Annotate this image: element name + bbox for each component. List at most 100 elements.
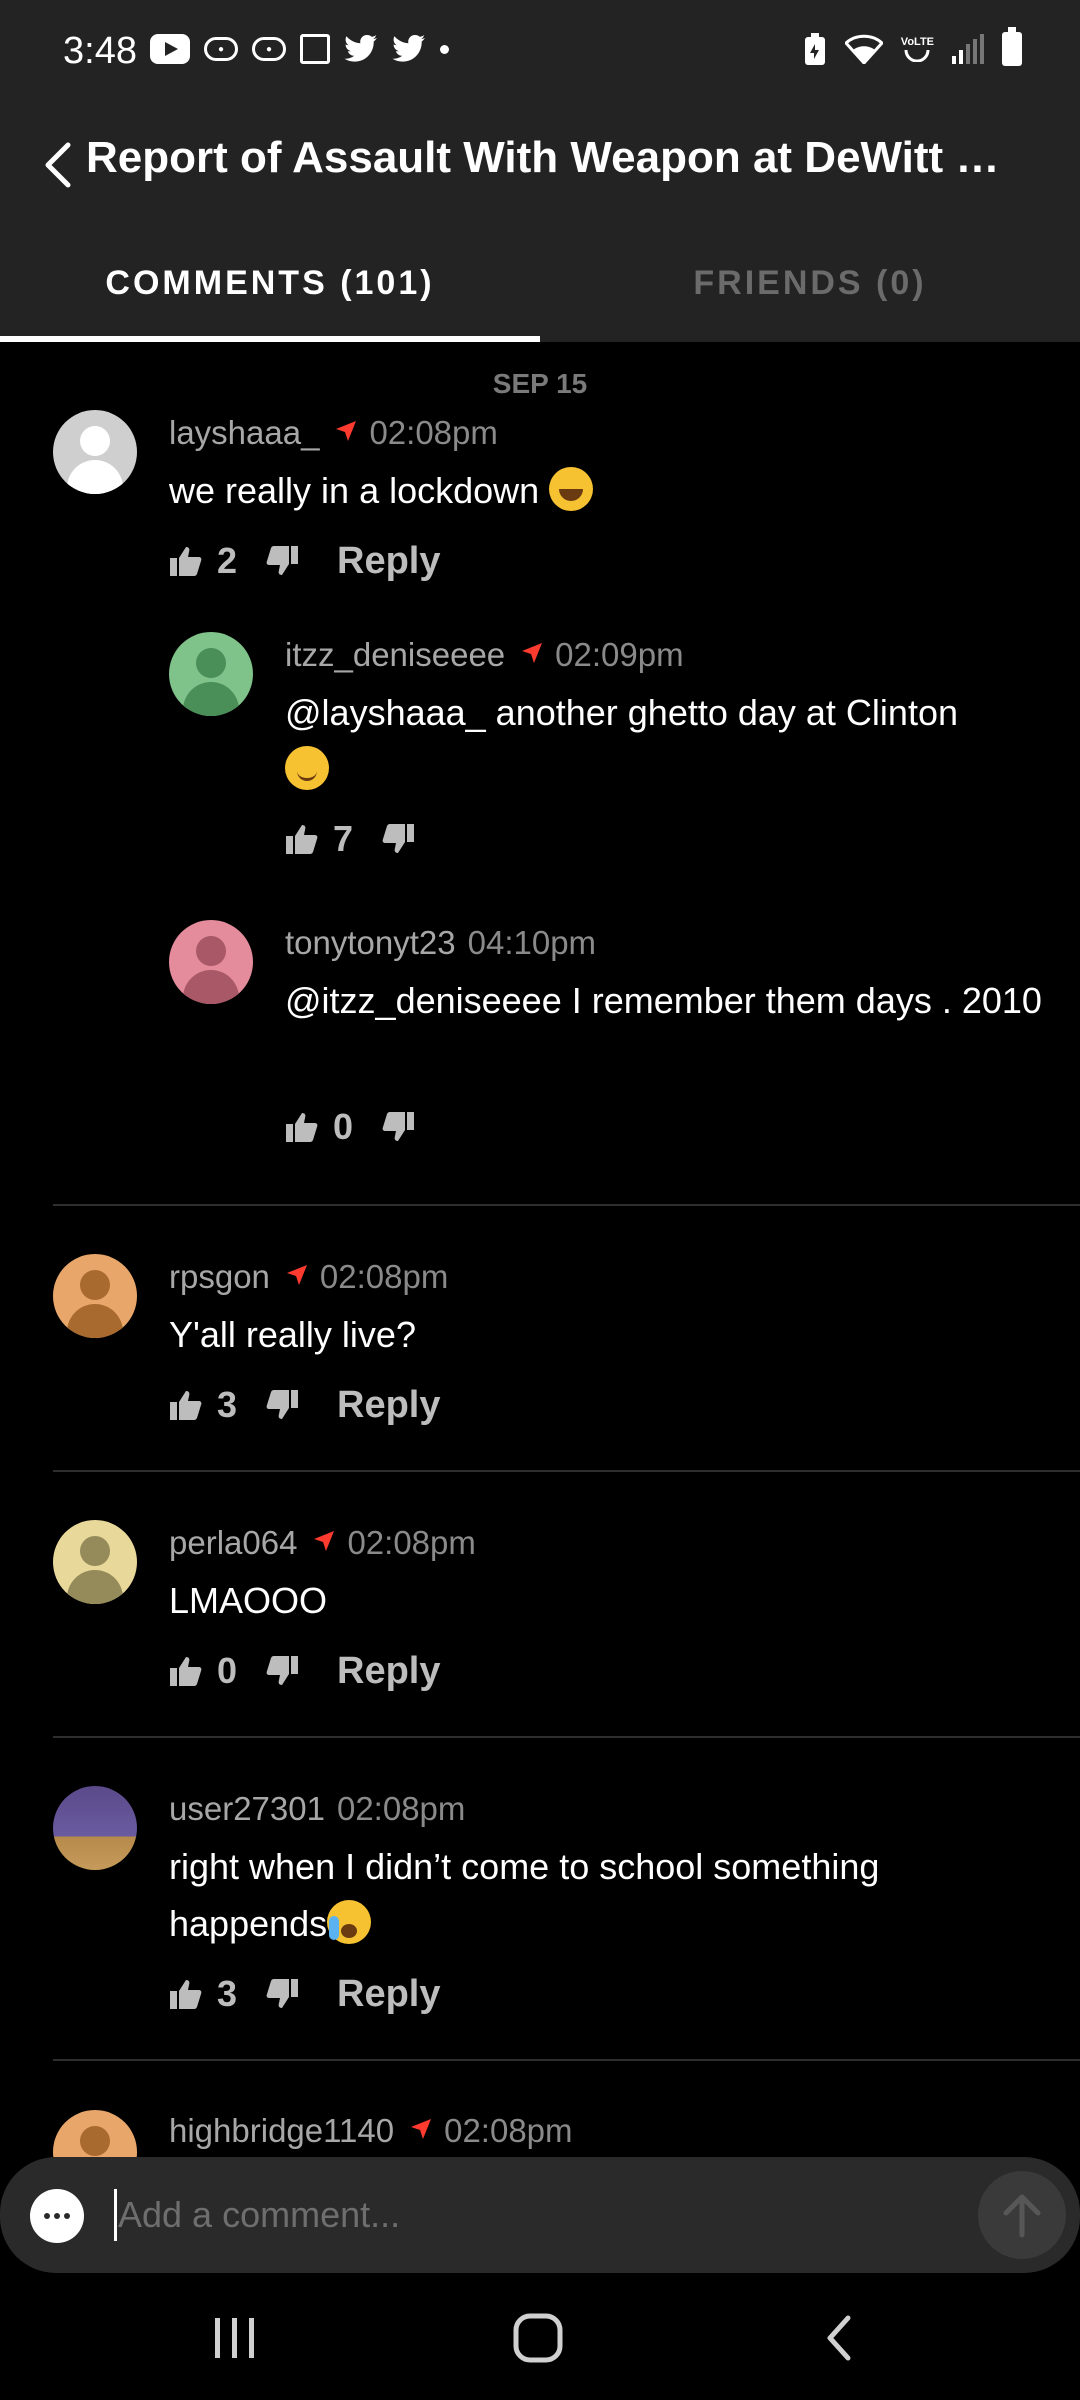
thumbs-up-icon[interactable] [169, 1388, 203, 1422]
location-arrow-icon [336, 421, 357, 441]
comments-feed[interactable]: SEP 15 layshaaa_ 02:08pm we really in a l… [0, 342, 1080, 2157]
dot-icon [440, 44, 449, 54]
divider [53, 1736, 1080, 1738]
avatar-body [67, 1570, 123, 1604]
chat-bubble-icon[interactable] [30, 2189, 84, 2243]
battery-icon [1002, 27, 1022, 66]
comment-meta: perla064 02:08pm [169, 1524, 476, 1562]
chevron-left-icon [45, 142, 71, 188]
status-bar: 3:48 ● ● VoLTE [0, 0, 1080, 105]
username[interactable]: rpsgon [169, 1258, 270, 1295]
avatar-body [67, 460, 123, 494]
avatar-head [80, 426, 110, 456]
like-count: 0 [217, 1650, 238, 1691]
comment-time: 02:09pm [555, 636, 684, 673]
thumbs-up-icon[interactable] [285, 822, 319, 856]
avatar[interactable] [53, 1786, 137, 1870]
nav-back-button[interactable] [780, 2293, 900, 2383]
thumbs-up-icon[interactable] [285, 1110, 319, 1144]
thumbs-down-icon[interactable] [265, 1977, 299, 2011]
thumbs-down-icon[interactable] [381, 822, 415, 856]
reply-button[interactable]: Reply [337, 1650, 440, 1693]
comment-text-content: Y'all really live? [169, 1314, 416, 1355]
avatar-body [67, 1304, 123, 1338]
notification-icons: ● ● [150, 34, 449, 64]
comment-actions: 0 Reply [169, 1646, 440, 1696]
comment-actions: 0 [285, 1102, 415, 1152]
avatar[interactable] [169, 920, 253, 1004]
avatar-head [80, 1536, 110, 1566]
avatar-body [183, 682, 239, 716]
username[interactable]: user27301 [169, 1790, 325, 1827]
thumbs-down-icon[interactable] [265, 1388, 299, 1422]
avatar-head [80, 1270, 110, 1300]
signal-icon [952, 34, 984, 64]
laughing-emoji-icon [549, 467, 594, 511]
comment-text-content: @layshaaa_ another ghetto day at Clinton [285, 692, 958, 733]
comment-meta: itzz_deniseeee 02:09pm [285, 636, 684, 674]
avatar[interactable] [53, 1520, 137, 1604]
comment-meta: rpsgon 02:08pm [169, 1258, 448, 1296]
avatar[interactable] [53, 410, 137, 494]
tab-comments[interactable]: COMMENTS (101) [0, 225, 540, 342]
thumbs-up-icon[interactable] [169, 1977, 203, 2011]
wifi-icon [844, 34, 883, 64]
text-cursor [114, 2189, 117, 2241]
date-header: SEP 15 [492, 368, 588, 399]
comment-text-content: we really in a lockdown [169, 470, 550, 511]
reply-button[interactable]: Reply [337, 1973, 440, 2016]
avatar-head [196, 936, 226, 966]
avatar[interactable] [169, 632, 253, 716]
username[interactable]: layshaaa_ [169, 414, 319, 451]
app-bar: Report of Assault With Weapon at DeWitt … [0, 105, 1080, 225]
reply-button[interactable]: Reply [337, 540, 440, 583]
comment-text: we really in a lockdown [169, 462, 1049, 519]
tab-bar: COMMENTS (101) FRIENDS (0) [0, 225, 1080, 342]
recent-apps-button[interactable] [175, 2293, 295, 2383]
divider [53, 1470, 1080, 1472]
battery-saver-icon [803, 32, 827, 66]
comment-time: 02:08pm [336, 1790, 466, 1827]
volte-label: VoLTE [900, 36, 934, 48]
comment-time: 04:10pm [467, 924, 597, 961]
tab-friends[interactable]: FRIENDS (0) [540, 225, 1080, 342]
username[interactable]: tonytonyt23 [285, 924, 456, 961]
avatar-head [80, 2126, 110, 2156]
comment-actions: 3 Reply [169, 1380, 440, 1430]
username[interactable]: perla064 [169, 1524, 297, 1561]
comment-time: 02:08pm [347, 1524, 476, 1561]
like-count: 3 [217, 1973, 238, 2014]
home-button[interactable] [478, 2293, 598, 2383]
comment-time: 02:08pm [444, 2112, 573, 2149]
comment-meta: tonytonyt23 04:10pm [285, 924, 596, 962]
reply-button[interactable]: Reply [337, 1384, 440, 1427]
username[interactable]: itzz_deniseeee [285, 636, 505, 673]
like-count: 2 [217, 540, 238, 581]
comment-actions: 7 [285, 814, 415, 864]
tab-comments-label: COMMENTS (101) [105, 264, 435, 302]
system-nav-bar [0, 2273, 1080, 2400]
cnn-icon: ● [252, 37, 286, 61]
comment-input[interactable] [118, 2187, 918, 2243]
tab-friends-label: FRIENDS (0) [693, 264, 927, 302]
system-icons: VoLTE [803, 27, 1022, 66]
avatar[interactable] [53, 2110, 137, 2157]
volte-icon: VoLTE [901, 36, 934, 62]
thumbs-down-icon[interactable] [265, 1654, 299, 1688]
back-icon [827, 2315, 851, 2361]
comment-meta: highbridge1140 02:08pm [169, 2112, 573, 2150]
location-arrow-icon [522, 643, 543, 663]
like-count: 0 [333, 1106, 354, 1147]
send-button[interactable] [978, 2171, 1066, 2259]
thumbs-up-icon[interactable] [169, 544, 203, 578]
comment-actions: 3 Reply [169, 1969, 440, 2019]
thumbs-down-icon[interactable] [265, 544, 299, 578]
thumbs-up-icon[interactable] [169, 1654, 203, 1688]
comment-text: LMAOOO [169, 1572, 1049, 1629]
smiling-emoji-icon [285, 746, 329, 790]
avatar[interactable] [53, 1254, 137, 1338]
thumbs-down-icon[interactable] [381, 1110, 415, 1144]
username[interactable]: highbridge1140 [169, 2112, 394, 2149]
crying-emoji-icon [327, 1900, 372, 1944]
like-count: 7 [333, 818, 354, 859]
